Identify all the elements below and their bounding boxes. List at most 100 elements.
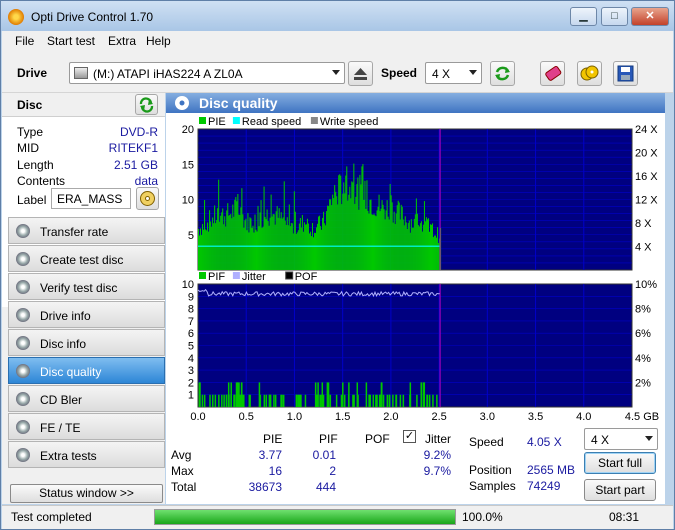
start-full-button[interactable]: Start full xyxy=(584,452,656,474)
disc-refresh-icon xyxy=(139,97,154,113)
pie-bar xyxy=(409,232,411,270)
x-tick-label: 2.0 xyxy=(383,411,398,423)
pif-bar xyxy=(211,394,214,407)
nav-verify-test-disc[interactable]: Verify test disc xyxy=(8,273,165,300)
copy-disc-icon xyxy=(580,65,599,81)
nav-disc-quality[interactable]: Disc quality xyxy=(8,357,165,384)
pif-bar xyxy=(280,394,282,407)
eraser-icon xyxy=(545,65,562,81)
y-tick-label: 5 xyxy=(188,341,194,353)
pie-bar xyxy=(438,242,440,270)
pie-bar xyxy=(360,184,362,270)
pie-bar xyxy=(305,224,307,270)
nav-extra-tests[interactable]: Extra tests xyxy=(8,441,165,468)
jitter-checkbox[interactable]: ✓ xyxy=(403,430,416,443)
pie-bar xyxy=(200,228,202,270)
disc-label-button[interactable] xyxy=(136,187,159,210)
nav-fe-te[interactable]: FE / TE xyxy=(8,413,165,440)
row-max-label: Max xyxy=(171,464,194,478)
nav-drive-info[interactable]: Drive info xyxy=(8,301,165,328)
status-text: Test completed xyxy=(11,510,92,524)
menu-start-test[interactable]: Start test xyxy=(47,34,95,48)
disc-icon xyxy=(16,420,30,434)
eject-button[interactable] xyxy=(348,61,373,86)
start-part-button[interactable]: Start part xyxy=(584,479,656,501)
erase-button[interactable] xyxy=(540,61,565,86)
pie-bar xyxy=(339,174,341,270)
pie-bar xyxy=(293,191,295,270)
y2-tick-label: 6% xyxy=(635,328,651,340)
minimize-button[interactable]: ▁ xyxy=(570,7,597,26)
pie-bar xyxy=(326,211,328,270)
status-window-button[interactable]: Status window >> xyxy=(10,484,163,503)
test-speed-select[interactable]: 4 X xyxy=(584,428,658,450)
pie-bar xyxy=(371,214,373,270)
title-bar: Opti Drive Control 1.70 ▁ □ ✕ xyxy=(1,1,674,31)
pie-bar xyxy=(289,226,291,270)
copy-disc-button[interactable] xyxy=(577,61,602,86)
pie-bar xyxy=(353,163,355,270)
pie-bar xyxy=(350,198,352,270)
pie-bar xyxy=(231,218,233,270)
pif-bar xyxy=(274,394,277,407)
pie-bar xyxy=(263,186,265,270)
menu-extra[interactable]: Extra xyxy=(108,34,136,48)
pie-bar xyxy=(272,213,274,270)
pie-bar xyxy=(317,223,319,270)
refresh-button[interactable] xyxy=(490,61,515,86)
pie-bar xyxy=(308,233,310,270)
nav-disc-info[interactable]: Disc info xyxy=(8,329,165,356)
pie-bar xyxy=(390,195,392,270)
nav-transfer-rate[interactable]: Transfer rate xyxy=(8,217,165,244)
col-pof: POF xyxy=(365,432,390,446)
pie-bar xyxy=(280,212,282,270)
menu-help[interactable]: Help xyxy=(146,34,171,48)
pif-bar xyxy=(428,394,431,407)
y2-tick-label: 16 X xyxy=(635,171,658,183)
pie-bar xyxy=(297,230,299,270)
pif-bar xyxy=(376,394,378,407)
col-pif: PIF xyxy=(319,432,338,446)
pie-bar xyxy=(236,201,238,270)
y2-tick-label: 2% xyxy=(635,377,651,389)
pie-bar xyxy=(251,227,253,270)
x-tick-label: 3.0 xyxy=(480,411,495,423)
pie-bar xyxy=(266,209,268,270)
pie-bar xyxy=(217,208,219,270)
pif-bar xyxy=(329,394,332,407)
pif-bar xyxy=(233,394,235,407)
legend-swatch xyxy=(199,272,206,279)
section-header: Disc quality xyxy=(166,93,665,113)
pie-bar xyxy=(417,225,419,270)
disc-refresh-button[interactable] xyxy=(135,94,158,115)
drive-select[interactable]: (M:) ATAPI iHAS224 A ZL0A xyxy=(69,62,345,84)
pie-bar xyxy=(243,227,245,270)
pif-bar xyxy=(273,394,275,407)
pie-bar xyxy=(433,237,435,270)
menu-file[interactable]: File xyxy=(15,34,34,48)
nav-create-test-disc[interactable]: Create test disc xyxy=(8,245,165,272)
disc-label-field[interactable]: ERA_MASS xyxy=(51,188,131,209)
pie-bar xyxy=(332,194,334,270)
y-tick-label: 10 xyxy=(182,279,194,291)
pie-bar xyxy=(306,218,308,270)
pie-bar xyxy=(425,217,427,270)
save-button[interactable] xyxy=(613,61,638,86)
nav-cd-bler[interactable]: CD Bler xyxy=(8,385,165,412)
pie-bar xyxy=(206,230,208,270)
pie-bar xyxy=(224,216,226,270)
pie-bar xyxy=(209,210,211,270)
pie-bar xyxy=(349,186,351,270)
pif-bar xyxy=(209,394,211,407)
close-button[interactable]: ✕ xyxy=(631,7,669,26)
maximize-button[interactable]: □ xyxy=(601,7,628,26)
pie-bar xyxy=(218,179,220,270)
pif-bar xyxy=(395,394,398,407)
pie-bar xyxy=(408,220,410,270)
pie-bar xyxy=(259,212,261,270)
pie-bar xyxy=(429,224,431,270)
left-panel: Disc Type DVD-R MID RITEKF1 Length 2.51 … xyxy=(2,93,165,504)
pie-bar xyxy=(418,226,420,270)
pie-bar xyxy=(426,219,428,270)
speed-select[interactable]: 4 X xyxy=(425,62,482,84)
